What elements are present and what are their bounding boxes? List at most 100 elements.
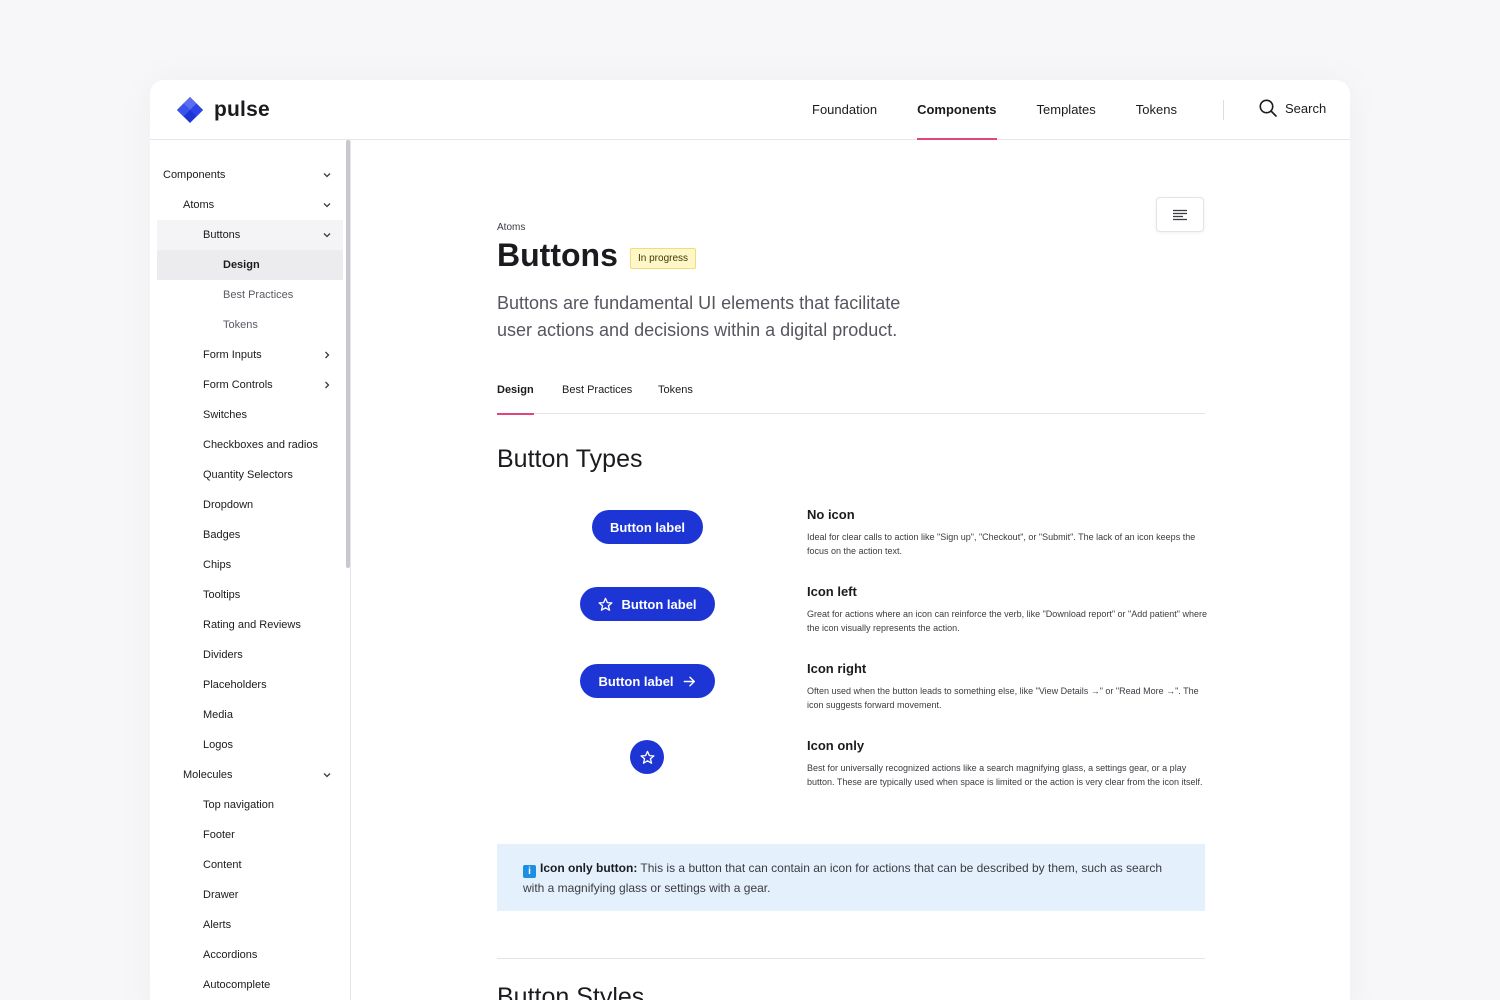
search-icon (1259, 99, 1277, 117)
sidebar-item-chips[interactable]: Chips (157, 550, 343, 580)
sidebar-item-label: Tooltips (203, 589, 241, 601)
breadcrumb: Atoms (497, 222, 526, 233)
demo-button-icon-right[interactable]: Button label (580, 664, 715, 698)
sidebar-item-best-practices[interactable]: Best Practices (157, 280, 343, 310)
sidebar-item-label: Buttons (203, 229, 241, 241)
sidebar-item-buttons[interactable]: Buttons (157, 220, 343, 250)
sidebar-item-label: Alerts (203, 919, 232, 931)
sidebar-item-tooltips[interactable]: Tooltips (157, 580, 343, 610)
sidebar-item-design[interactable]: Design (157, 250, 343, 280)
topnav-tokens[interactable]: Tokens (1136, 80, 1177, 140)
chevron-down-icon (323, 233, 331, 238)
sidebar-item-components[interactable]: Components (157, 160, 343, 190)
arrow-right-icon (683, 676, 695, 686)
sidebar-item-label: Form Controls (203, 379, 273, 391)
tab-tokens[interactable]: Tokens (658, 384, 693, 414)
button-label: Button label (609, 519, 686, 535)
tab-design[interactable]: Design (497, 384, 534, 415)
section-title: Button Types (497, 445, 643, 473)
sidebar-item-molecules[interactable]: Molecules (157, 760, 343, 790)
sidebar-item-switches[interactable]: Switches (157, 400, 343, 430)
sidebar-item-autocomplete[interactable]: Autocomplete (157, 970, 343, 1000)
chevron-down-icon (323, 773, 331, 778)
table-of-contents-button[interactable] (1156, 197, 1204, 232)
sidebar-item-label: Atoms (183, 199, 215, 211)
list-icon (1173, 209, 1187, 220)
type-title-icon-left: Icon left (807, 584, 857, 599)
demo-button-no-icon[interactable]: Button label (592, 510, 703, 544)
star-icon (639, 750, 655, 764)
sidebar-item-label: Tokens (223, 319, 258, 331)
chevron-right-icon (325, 381, 330, 389)
sidebar-item-footer[interactable]: Footer (157, 820, 343, 850)
sidebar-item-label: Dividers (203, 649, 243, 661)
sidebar-item-logos[interactable]: Logos (157, 730, 343, 760)
sidebar: Components Atoms Buttons Design Best Pra… (150, 140, 351, 1000)
page-title: Buttons (497, 237, 618, 273)
sidebar-item-label: Content (203, 859, 242, 871)
sidebar-item-rating-and-reviews[interactable]: Rating and Reviews (157, 610, 343, 640)
status-badge: In progress (630, 248, 697, 269)
topnav-components[interactable]: Components (917, 80, 997, 140)
sidebar-item-label: Chips (203, 559, 232, 571)
sidebar-item-badges[interactable]: Badges (157, 520, 343, 550)
type-desc-icon-right: Often used when the button leads to some… (807, 686, 1199, 710)
sidebar-item-drawer[interactable]: Drawer (157, 880, 343, 910)
section-divider (497, 958, 1205, 959)
sidebar-item-atoms[interactable]: Atoms (157, 190, 343, 220)
sidebar-item-form-inputs[interactable]: Form Inputs (157, 340, 343, 370)
sidebar-item-label: Media (203, 709, 233, 721)
sidebar-item-label: Footer (203, 829, 235, 841)
content-tabs: Design Best Practices Tokens (497, 376, 1205, 415)
sidebar-item-checkboxes-and-radios[interactable]: Checkboxes and radios (157, 430, 343, 460)
sidebar-item-media[interactable]: Media (157, 700, 343, 730)
sidebar-item-label: Logos (203, 739, 233, 751)
sidebar-item-label: Autocomplete (203, 979, 271, 991)
next-section-title: Button Styles (497, 983, 645, 1000)
type-title-icon-only: Icon only (807, 738, 865, 753)
sidebar-item-form-controls[interactable]: Form Controls (157, 370, 343, 400)
type-desc-no-icon: Ideal for clear calls to action like "Si… (807, 532, 1196, 556)
sidebar-item-label: Accordions (203, 949, 258, 961)
info-icon: i (523, 865, 536, 878)
sidebar-item-accordions[interactable]: Accordions (157, 940, 343, 970)
sidebar-item-dropdown[interactable]: Dropdown (157, 490, 343, 520)
info-callout: i Icon only button: This is a button that… (497, 844, 1205, 911)
sidebar-item-quantity-selectors[interactable]: Quantity Selectors (157, 460, 343, 490)
search-label: Search (1285, 100, 1327, 116)
sidebar-item-tokens[interactable]: Tokens (157, 310, 343, 340)
sidebar-item-top-navigation[interactable]: Top navigation (157, 790, 343, 820)
sidebar-item-content[interactable]: Content (157, 850, 343, 880)
top-navigation: Foundation Components Templates Tokens (812, 80, 1217, 140)
demo-button-icon-only[interactable] (630, 740, 664, 774)
button-label: Button label (598, 673, 674, 689)
sidebar-scrollbar[interactable] (346, 140, 350, 568)
demo-button-icon-left[interactable]: Button label (580, 587, 715, 621)
sidebar-item-label: Placeholders (203, 679, 267, 691)
sidebar-item-label: Molecules (183, 769, 233, 781)
sidebar-item-label: Form Inputs (203, 349, 262, 361)
chevron-right-icon (325, 351, 330, 359)
sidebar-item-dividers[interactable]: Dividers (157, 640, 343, 670)
topnav-templates[interactable]: Templates (1037, 80, 1096, 140)
pulse-logo-icon (177, 97, 203, 123)
topnav-divider (1223, 100, 1224, 120)
chevron-down-icon (323, 173, 331, 178)
sidebar-item-label: Badges (203, 529, 241, 541)
type-title-icon-right: Icon right (807, 661, 867, 676)
sidebar-item-placeholders[interactable]: Placeholders (157, 670, 343, 700)
sidebar-item-label: Best Practices (223, 289, 294, 301)
topnav-foundation[interactable]: Foundation (812, 80, 877, 140)
type-desc-icon-only: Best for universally recognized actions … (807, 763, 1203, 787)
sidebar-item-alerts[interactable]: Alerts (157, 910, 343, 940)
tab-best-practices[interactable]: Best Practices (562, 384, 632, 414)
app-frame: pulse Foundation Components Templates To… (150, 80, 1350, 1000)
page-lead: Buttons are fundamental UI elements that… (497, 293, 901, 340)
logo[interactable]: pulse (176, 96, 270, 124)
star-icon (598, 597, 613, 611)
type-desc-icon-left: Great for actions where an icon can rein… (807, 609, 1207, 633)
search-button[interactable]: Search (1258, 98, 1326, 118)
sidebar-item-label: Components (163, 169, 226, 181)
button-label: Button label (621, 596, 697, 612)
type-title-no-icon: No icon (807, 507, 855, 522)
